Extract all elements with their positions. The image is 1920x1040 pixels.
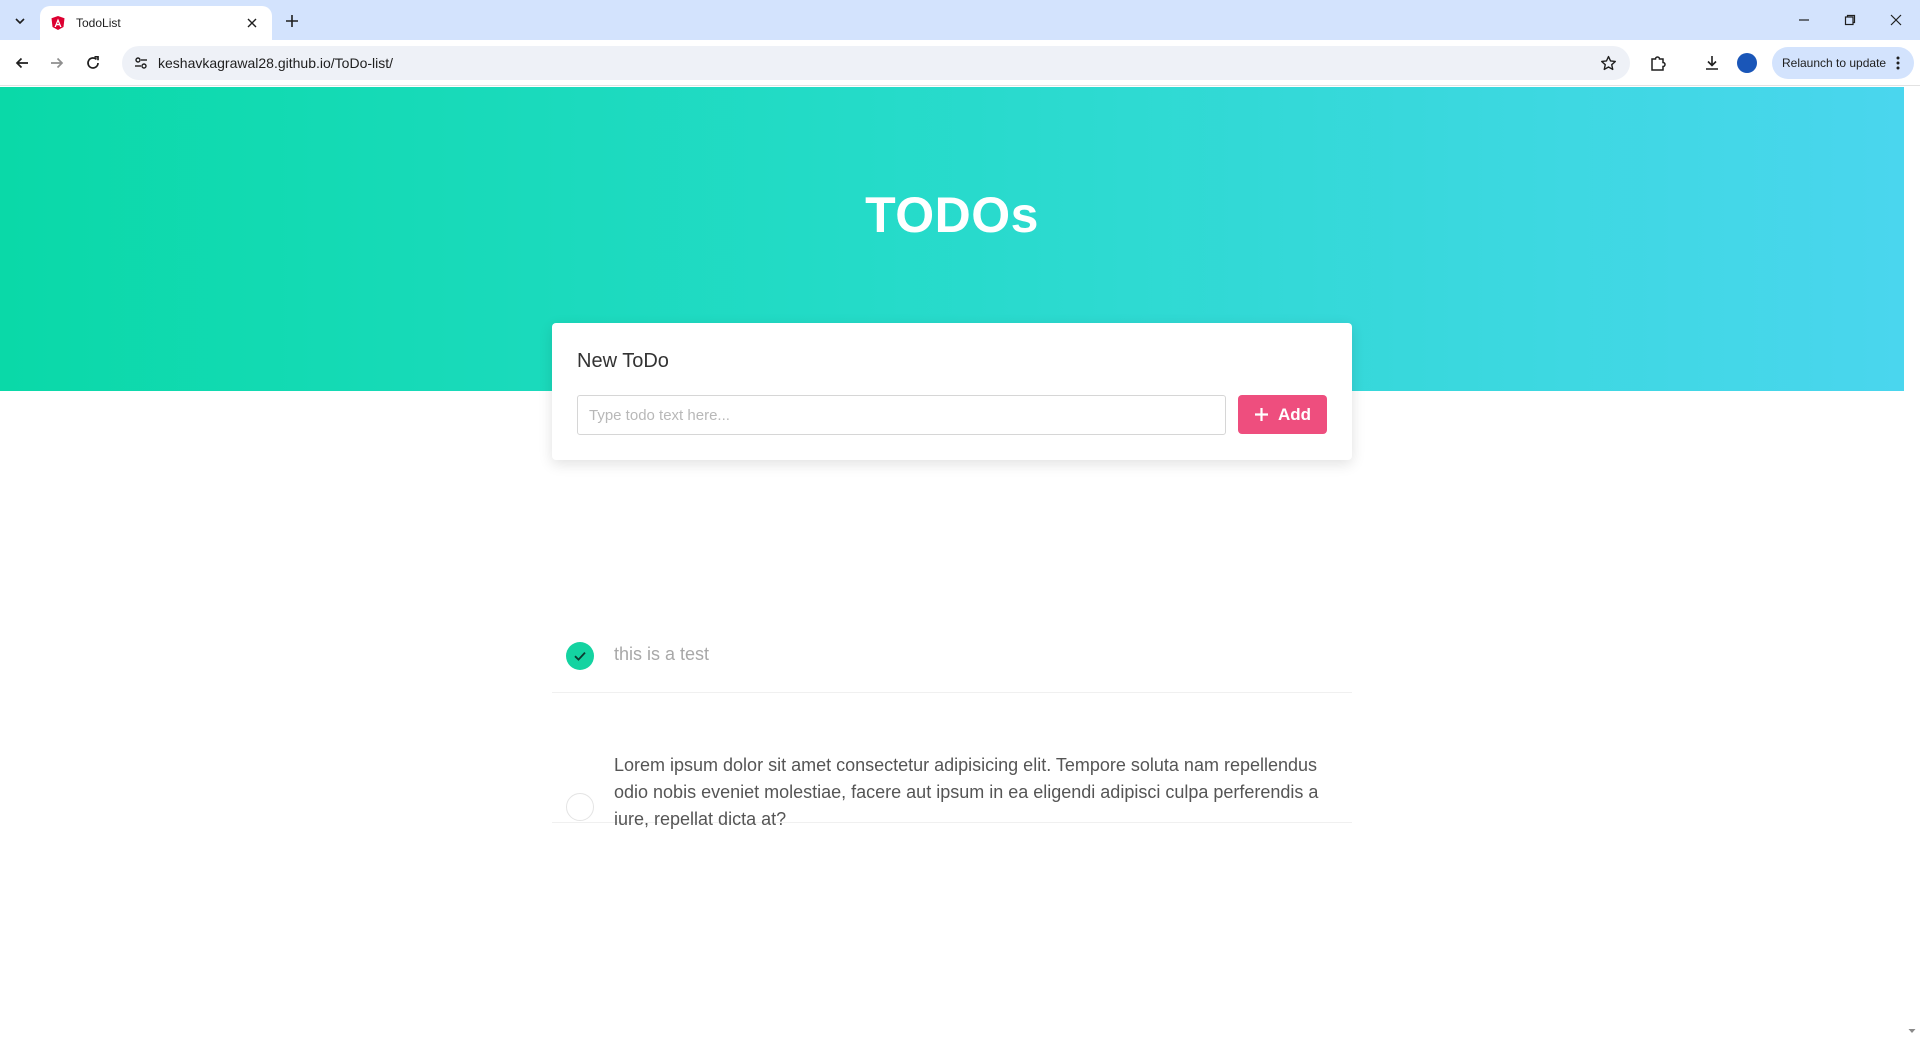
page-viewport: TODOs New ToDo Add this is a test Lorem … bbox=[0, 87, 1904, 1040]
address-bar[interactable]: keshavkagrawal28.github.io/ToDo-list/ bbox=[122, 46, 1630, 80]
add-todo-button[interactable]: Add bbox=[1238, 395, 1327, 434]
tab-title: TodoList bbox=[76, 16, 121, 30]
todo-text-input[interactable] bbox=[577, 395, 1226, 435]
forward-arrow-icon[interactable] bbox=[42, 48, 72, 78]
back-arrow-icon[interactable] bbox=[7, 48, 37, 78]
todo-list: this is a test Lorem ipsum dolor sit ame… bbox=[552, 567, 1352, 829]
downloads-icon[interactable] bbox=[1697, 48, 1727, 78]
scroll-down-arrow-icon[interactable] bbox=[1908, 1022, 1916, 1033]
todo-item: Lorem ipsum dolor sit amet consectetur a… bbox=[552, 693, 1352, 829]
restore-window-icon[interactable] bbox=[1828, 6, 1872, 34]
bookmark-star-icon[interactable] bbox=[1594, 49, 1622, 77]
new-todo-card: New ToDo Add bbox=[552, 323, 1352, 460]
relaunch-label: Relaunch to update bbox=[1782, 56, 1887, 70]
todo-checked-checkbox[interactable] bbox=[566, 642, 594, 670]
site-settings-icon[interactable] bbox=[126, 48, 156, 78]
new-tab-plus-icon[interactable] bbox=[280, 9, 304, 33]
tab-search-chevron-icon[interactable] bbox=[8, 9, 32, 33]
todo-unchecked-checkbox[interactable] bbox=[566, 793, 594, 821]
reload-icon[interactable] bbox=[78, 48, 108, 78]
todo-item: this is a test bbox=[552, 567, 1352, 693]
profile-avatar[interactable] bbox=[1737, 53, 1757, 73]
add-label: Add bbox=[1277, 404, 1312, 424]
todo-text[interactable]: this is a test bbox=[614, 641, 709, 668]
new-todo-title: New ToDo bbox=[577, 350, 669, 372]
plus-icon bbox=[1254, 407, 1270, 423]
close-tab-icon[interactable] bbox=[242, 13, 262, 33]
angular-favicon-icon bbox=[50, 15, 66, 31]
extensions-puzzle-icon[interactable] bbox=[1643, 48, 1673, 78]
browser-tab[interactable]: TodoList bbox=[40, 6, 272, 40]
page-title: TODOs bbox=[865, 187, 1039, 243]
todo-text[interactable]: Lorem ipsum dolor sit amet consectetur a… bbox=[614, 752, 1334, 833]
browser-tab-bar: TodoList bbox=[0, 0, 1920, 40]
minimize-window-icon[interactable] bbox=[1782, 6, 1826, 34]
relaunch-to-update-button[interactable]: Relaunch to update bbox=[1772, 47, 1914, 79]
close-window-icon[interactable] bbox=[1874, 6, 1918, 34]
vertical-scrollbar[interactable] bbox=[1904, 87, 1920, 1040]
more-menu-icon[interactable] bbox=[1890, 53, 1906, 73]
browser-toolbar: keshavkagrawal28.github.io/ToDo-list/ bbox=[0, 40, 1920, 86]
url-text[interactable]: keshavkagrawal28.github.io/ToDo-list/ bbox=[158, 55, 393, 71]
